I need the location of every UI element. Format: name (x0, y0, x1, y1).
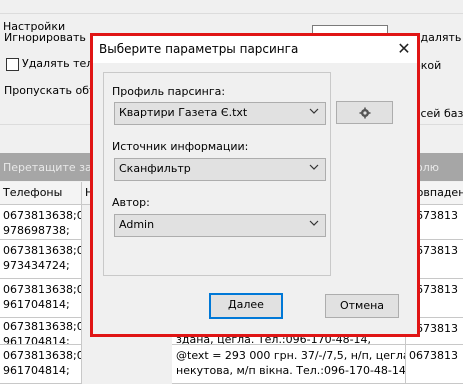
table-row[interactable]: 0673813638;0 961704814; (0, 318, 82, 345)
delete-label: Удалять теле (22, 57, 101, 70)
table-row[interactable]: 0673813638;0 973434724; (0, 240, 82, 279)
right-label-3: всей базе (414, 107, 463, 120)
right-code-label: удалять код (414, 31, 463, 44)
ignore-label: Игнорировать гр (4, 31, 103, 44)
source-select[interactable]: Сканфильтр (114, 158, 326, 181)
cancel-button[interactable]: Отмена (325, 294, 399, 318)
dialog-titlebar[interactable]: Выберите параметры парсинга ✕ (93, 36, 417, 63)
table-cell: 0673813 (406, 345, 463, 384)
author-value: Admin (119, 218, 155, 231)
source-value: Сканфильтр (119, 162, 191, 175)
parsing-dialog: Выберите параметры парсинга ✕ Профиль па… (90, 33, 420, 337)
chevron-down-icon (309, 108, 319, 114)
close-icon[interactable]: ✕ (391, 37, 417, 61)
table-row[interactable]: 0673813638;0 961704814; (0, 345, 82, 384)
profile-value: Квартири Газета Є.txt (119, 106, 248, 119)
table-cell: @text = 293 000 грн. 37/-/7,5, н/п, цегл… (172, 345, 406, 384)
profile-label: Профиль парсинга: (112, 85, 226, 98)
next-button[interactable]: Далее (209, 293, 283, 319)
column-header-phones[interactable]: Телефоны (0, 182, 82, 205)
table-row[interactable]: 0673813638;0 961704814; (0, 279, 82, 318)
author-label: Автор: (112, 196, 150, 209)
chevron-down-icon (309, 220, 319, 226)
chevron-down-icon (309, 164, 319, 170)
delete-checkbox[interactable] (6, 58, 19, 71)
profile-select[interactable]: Квартири Газета Є.txt (114, 102, 326, 125)
author-select[interactable]: Admin (114, 214, 326, 237)
settings-frame: Профиль парсинга: Квартири Газета Є.txt … (103, 72, 331, 276)
gear-icon (359, 107, 370, 119)
source-label: Источник информации: (112, 140, 249, 153)
profile-settings-button[interactable] (336, 101, 393, 124)
table-row[interactable]: 0673813638;0 978698738; (0, 205, 82, 240)
dialog-body: Профиль парсинга: Квартири Газета Є.txt … (93, 63, 417, 334)
dialog-title: Выберите параметры парсинга (99, 42, 299, 56)
